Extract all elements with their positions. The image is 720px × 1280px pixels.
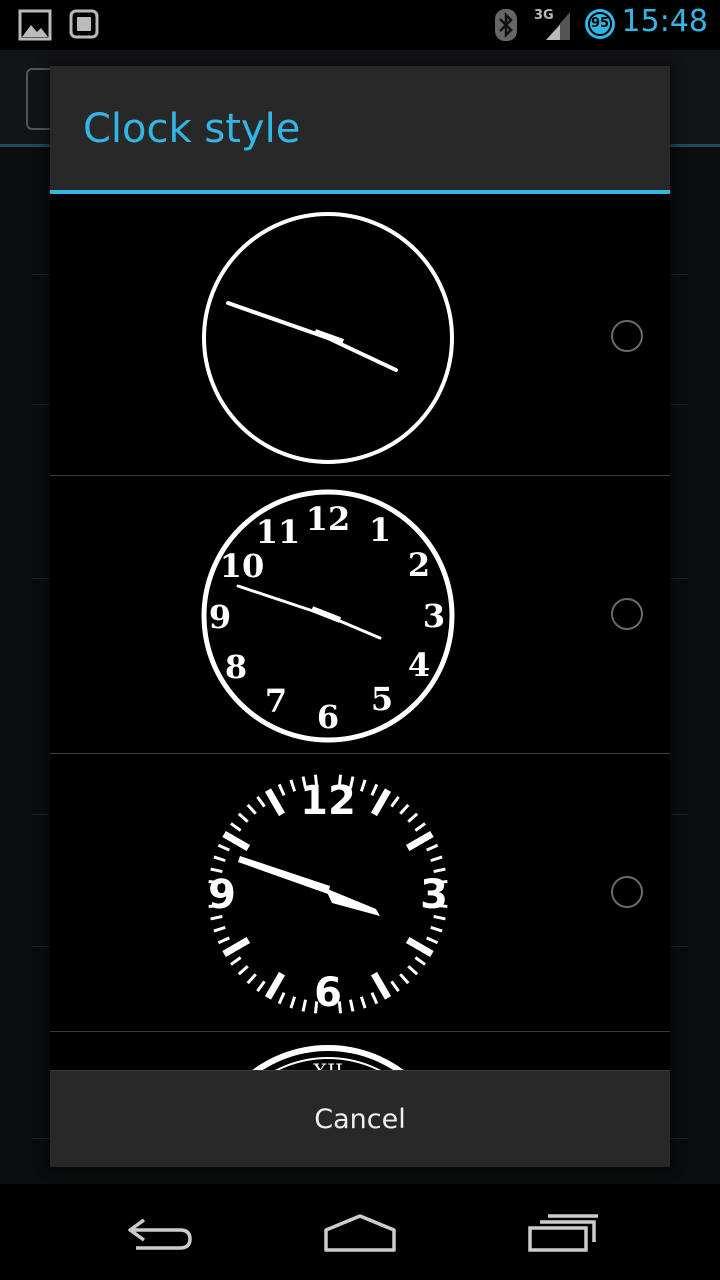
tick-mark [213,855,226,863]
tick-mark [370,971,392,1000]
tick-mark [370,788,392,817]
tick-mark [390,796,400,808]
svg-text:3: 3 [423,597,445,635]
signal-icon [546,12,570,40]
back-icon[interactable] [124,1212,196,1252]
tick-mark [246,973,257,985]
sport-clock-preview: 12 3 6 9 [208,774,448,1016]
tick-mark [414,822,426,832]
tick-mark [230,822,242,832]
tick-mark [217,843,230,852]
tick-mark [426,843,439,852]
tick-mark [407,965,419,976]
tick-mark [289,996,297,1009]
svg-text:5: 5 [371,680,393,718]
bluetooth-icon [495,9,517,41]
svg-text:11: 11 [256,513,301,551]
clock-option-plain[interactable] [50,198,670,476]
tick-mark [256,796,266,808]
tick-mark [230,956,242,966]
svg-text:6: 6 [314,970,342,1016]
tick-mark [256,980,266,992]
clock-option-sport[interactable]: 12 3 6 9 [50,754,670,1032]
tick-mark [213,925,226,933]
arabic-clock-preview: 12 1 2 3 4 5 6 7 8 9 10 11 [201,489,455,743]
recents-icon[interactable] [526,1212,598,1254]
plain-clock-preview [202,212,454,464]
clock-option-roman[interactable]: XII [50,1032,670,1070]
svg-text:1: 1 [369,511,391,549]
tick-mark [264,788,286,817]
svg-text:7: 7 [265,682,287,720]
svg-text:10: 10 [220,547,265,585]
tick-mark [370,783,379,796]
navigation-bar [0,1184,720,1280]
svg-text:6: 6 [317,698,339,736]
tick-mark [370,992,379,1005]
dialog-title: Clock style [83,106,301,152]
dialog-footer: Cancel [50,1070,670,1167]
tick-mark [399,803,410,815]
svg-text:9: 9 [209,598,231,636]
clock-time: 15:48 [621,4,708,39]
roman-clock-preview: XII [252,1045,404,1070]
tick-mark [289,779,297,792]
radio-sport[interactable] [611,876,643,908]
tick-mark [301,999,308,1012]
tick-mark [237,812,249,823]
tick-mark [237,965,249,976]
picture-icon [18,9,52,41]
tick-mark [405,936,434,958]
svg-text:XII: XII [313,1059,343,1070]
tick-mark [222,936,251,958]
tick-mark [246,803,257,815]
radio-arabic[interactable] [611,598,643,630]
tick-mark [390,980,400,992]
tick-mark [359,996,367,1009]
tick-mark [264,971,286,1000]
svg-text:12: 12 [306,500,351,538]
tick-mark [405,830,434,852]
notification-badge: 95 [585,9,615,39]
clock-style-dialog: Clock style 12 1 2 3 4 5 6 7 8 9 10 11 1… [50,66,670,1167]
tick-mark [348,999,355,1012]
status-bar: 3G 95 15:48 [0,0,720,50]
home-icon[interactable] [322,1212,398,1254]
tick-mark [430,925,443,933]
cancel-button[interactable]: Cancel [50,1071,670,1168]
tick-mark [426,936,439,945]
tick-mark [277,992,286,1005]
svg-text:4: 4 [408,646,430,684]
svg-text:8: 8 [225,648,247,686]
tick-mark [407,812,419,823]
tick-mark [414,956,426,966]
svg-text:3: 3 [420,872,448,918]
tick-mark [399,973,410,985]
radio-plain[interactable] [611,320,643,352]
tick-mark [277,783,286,796]
svg-text:12: 12 [300,778,356,824]
tick-mark [430,855,443,863]
tick-mark [359,779,367,792]
svg-text:2: 2 [408,546,430,584]
app-notification-icon [69,9,99,39]
tick-mark [217,936,230,945]
svg-text:9: 9 [208,872,236,918]
clock-style-list[interactable]: 12 1 2 3 4 5 6 7 8 9 10 11 12 3 6 9 [50,198,670,1070]
tick-mark [222,830,251,852]
clock-option-arabic[interactable]: 12 1 2 3 4 5 6 7 8 9 10 11 [50,476,670,754]
dialog-header: Clock style [50,66,670,194]
